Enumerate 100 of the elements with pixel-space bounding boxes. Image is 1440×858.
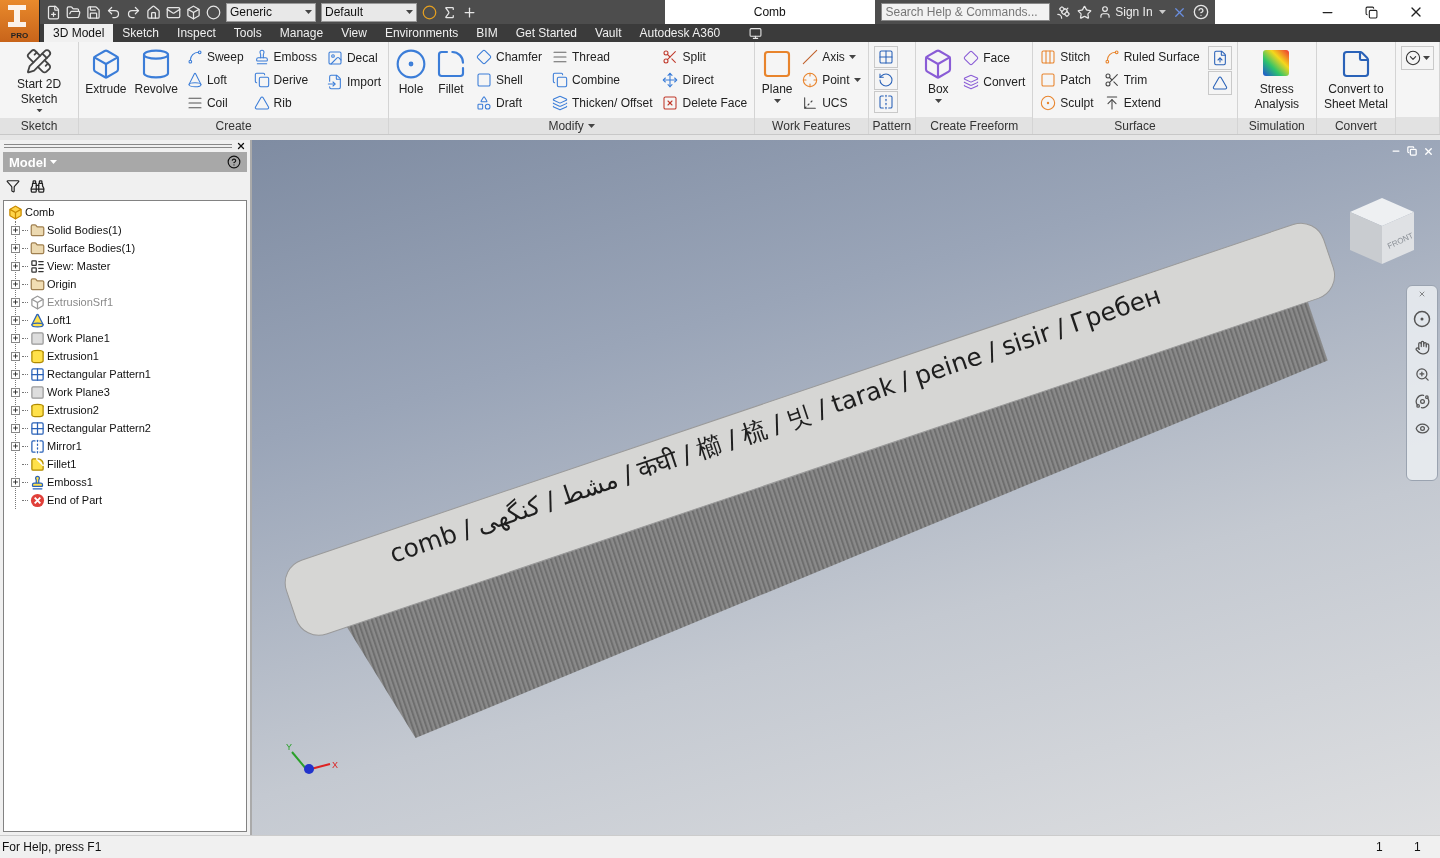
ribbon-button[interactable]: Patch	[1038, 68, 1096, 92]
tree-item[interactable]: Origin	[47, 278, 77, 290]
ribbon-button[interactable]: Direct	[660, 68, 750, 92]
ribbon-button[interactable]: Stitch	[1038, 46, 1096, 69]
tree-item[interactable]: Surface Bodies(1)	[47, 242, 136, 254]
ribbon-button[interactable]: Convert to Sheet Metal	[1321, 46, 1390, 114]
ribbon-button[interactable]: Decal	[324, 46, 383, 70]
ribbon-button[interactable]: Hole	[393, 46, 428, 114]
expand-toggle[interactable]	[11, 333, 20, 343]
ribbon-tab[interactable]: Environments	[375, 24, 468, 42]
tree-item[interactable]: Extrusion1	[47, 350, 99, 362]
ribbon-tab[interactable]: Get Started	[506, 24, 587, 42]
zoom-icon[interactable]	[1414, 367, 1430, 382]
expand-toggle[interactable]	[11, 387, 20, 397]
ribbon-icon-button[interactable]	[1207, 71, 1232, 95]
tree-item[interactable]: Loft1	[47, 314, 72, 326]
ribbon-tab[interactable]: Autodesk A360	[630, 24, 730, 42]
redo-icon[interactable]	[126, 4, 141, 20]
restore-icon[interactable]	[1365, 5, 1378, 19]
circle-icon[interactable]	[206, 4, 221, 20]
filter-icon[interactable]	[6, 179, 20, 193]
ribbon-button[interactable]: Shell	[473, 68, 544, 92]
expand-toggle[interactable]	[11, 369, 20, 379]
expand-toggle[interactable]	[11, 297, 20, 307]
ribbon-button[interactable]: Loft	[184, 68, 246, 92]
panel-title[interactable]: Modify	[388, 118, 755, 134]
tree-item[interactable]: Rectangular Pattern2	[47, 422, 151, 434]
new-file-icon[interactable]	[46, 4, 61, 20]
box-icon[interactable]	[186, 4, 201, 20]
appearance-dropdown[interactable]: Default	[321, 2, 417, 22]
look-icon[interactable]	[1414, 421, 1430, 436]
ribbon-button[interactable]: Thread	[550, 46, 655, 69]
ribbon-button[interactable]: Plane	[760, 46, 795, 114]
expand-toggle[interactable]	[11, 423, 20, 433]
expand-toggle[interactable]	[11, 405, 20, 415]
ribbon-button[interactable]: Import	[324, 70, 383, 94]
ribbon-button[interactable]: Convert	[961, 70, 1028, 94]
ribbon-button[interactable]: Sculpt	[1038, 91, 1096, 114]
ribbon-button[interactable]: Start 2D Sketch	[5, 46, 74, 114]
tree-item[interactable]: ExtrusionSrf1	[47, 296, 114, 308]
expand-toggle[interactable]	[11, 279, 20, 289]
undo-icon[interactable]	[106, 4, 121, 20]
ribbon-button[interactable]: Stress Analysis	[1242, 46, 1311, 114]
ribbon-button[interactable]: Fillet	[433, 46, 468, 114]
tree-item[interactable]: Fillet1	[47, 458, 77, 470]
home-icon[interactable]	[146, 4, 161, 20]
help-icon[interactable]	[227, 155, 241, 169]
ribbon-button[interactable]: UCS	[800, 91, 863, 114]
ribbon-button[interactable]: Point	[800, 68, 863, 92]
ribbon-tab[interactable]: BIM	[467, 24, 507, 42]
ribbon-button[interactable]: Extend	[1101, 91, 1202, 114]
expand-toggle[interactable]	[11, 351, 20, 361]
ribbon-button[interactable]: Extrude	[84, 46, 128, 114]
sign-in-button[interactable]: Sign In	[1098, 5, 1153, 19]
ribbon-tab[interactable]: Inspect	[168, 24, 225, 42]
tree-item[interactable]: Rectangular Pattern1	[47, 368, 151, 380]
save-icon[interactable]	[86, 4, 101, 20]
ribbon-button[interactable]: Revolve	[133, 46, 179, 114]
search-field[interactable]: Search Help & Commands...	[880, 3, 1051, 21]
ribbon-tab[interactable]: Vault	[586, 24, 631, 42]
ribbon-button[interactable]: Ruled Surface	[1101, 46, 1202, 69]
expand-toggle[interactable]	[11, 477, 20, 487]
ribbon-tab[interactable]: Manage	[270, 24, 333, 42]
ribbon-button[interactable]: Box	[921, 46, 956, 114]
function-icon[interactable]	[442, 4, 457, 20]
ribbon-button[interactable]: Derive	[251, 68, 319, 92]
ribbon-tab[interactable]: 3D Model	[44, 24, 114, 42]
envelope-icon[interactable]	[166, 4, 181, 20]
ribbon-button[interactable]: Emboss	[251, 46, 319, 69]
star-icon[interactable]	[1077, 4, 1093, 20]
ribbon-tab[interactable]: View	[332, 24, 376, 42]
orbit-icon[interactable]	[1414, 394, 1430, 409]
tree-item[interactable]: Mirror1	[47, 440, 82, 452]
ribbon-icon-button[interactable]	[1401, 46, 1434, 70]
tree-item[interactable]: Work Plane1	[47, 332, 110, 344]
material-dropdown[interactable]: Generic	[226, 2, 316, 22]
ribbon-button[interactable]: Chamfer	[473, 46, 544, 69]
ribbon-tab[interactable]: Tools	[224, 24, 271, 42]
plus-icon[interactable]	[462, 4, 477, 20]
tree-item[interactable]: View: Master	[47, 260, 111, 272]
ribbon-button[interactable]: Rib	[251, 91, 319, 114]
open-folder-icon[interactable]	[66, 4, 81, 20]
expand-toggle[interactable]	[11, 441, 20, 451]
ribbon-button[interactable]: Draft	[473, 91, 544, 114]
tree-item[interactable]: Extrusion2	[47, 404, 99, 416]
expand-toggle[interactable]	[11, 315, 20, 325]
ribbon-button[interactable]: Trim	[1101, 68, 1202, 92]
ribbon-icon-button[interactable]	[1207, 46, 1232, 70]
app-logo[interactable]: PRO	[0, 0, 40, 42]
ribbon-icon-button[interactable]	[873, 68, 898, 91]
tree-item[interactable]: Solid Bodies(1)	[47, 224, 122, 236]
ribbon-button[interactable]: Face	[961, 46, 1028, 70]
tree-item[interactable]: End of Part	[47, 494, 103, 506]
tree-item[interactable]: Work Plane3	[47, 386, 110, 398]
tree-item[interactable]: Emboss1	[47, 476, 93, 488]
binoculars-icon[interactable]	[30, 178, 45, 194]
close-icon[interactable]	[236, 141, 246, 151]
ribbon-button[interactable]: Sweep	[184, 46, 246, 69]
ribbon-button[interactable]: Coil	[184, 91, 246, 114]
ribbon-button[interactable]: Combine	[550, 68, 655, 92]
